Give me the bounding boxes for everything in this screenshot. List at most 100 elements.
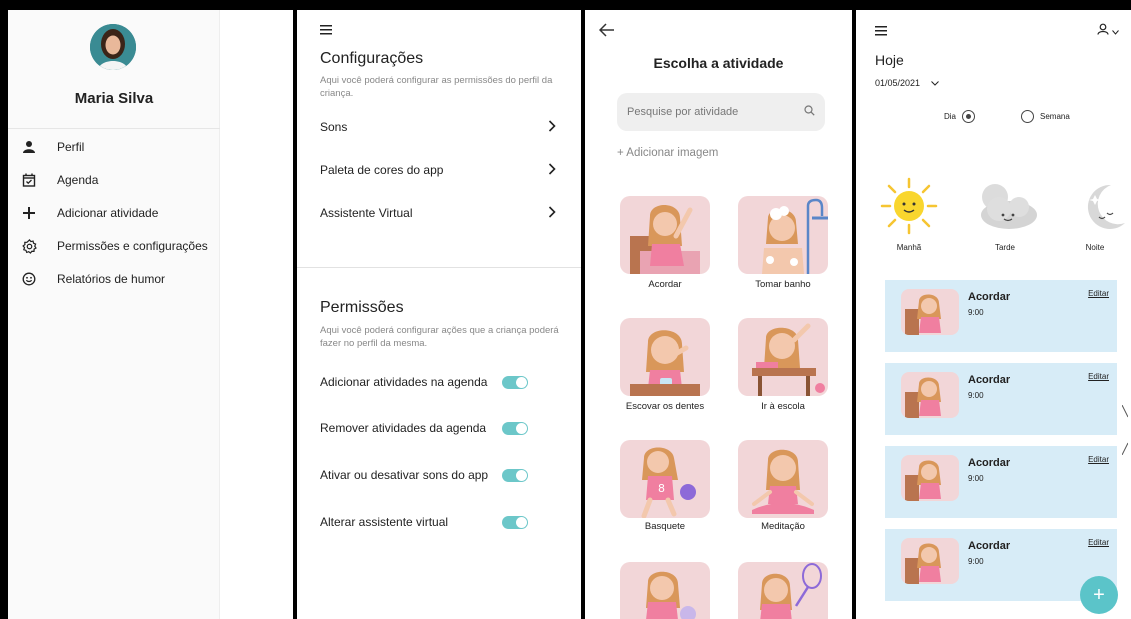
entry-name: Acordar: [968, 540, 1011, 552]
activity-card-tenis[interactable]: [738, 562, 828, 619]
schedule-entry[interactable]: Acordar 9:00 Editar: [885, 446, 1117, 518]
toggle-switch[interactable]: [502, 515, 528, 529]
smiley-icon: [20, 270, 38, 288]
moon-icon[interactable]: [1081, 177, 1131, 240]
row-label: Paleta de cores do app: [320, 163, 444, 177]
settings-row-assistente[interactable]: Assistente Virtual: [320, 203, 556, 223]
gear-icon: [20, 237, 38, 255]
schedule-entry[interactable]: Acordar 9:00 Editar: [885, 280, 1117, 352]
config-title: Configurações: [320, 50, 424, 67]
view-option-week[interactable]: Semana: [1021, 110, 1070, 123]
permissions-subtitle: Aqui você poderá configurar ações que a …: [320, 325, 559, 349]
date-picker[interactable]: 01/05/2021: [875, 78, 939, 88]
view-option-label: Semana: [1040, 112, 1070, 121]
edit-link[interactable]: Editar: [1088, 455, 1109, 464]
activity-card-escola[interactable]: [738, 318, 828, 396]
edit-link[interactable]: Editar: [1088, 289, 1109, 298]
sidebar-item-agenda[interactable]: Agenda: [20, 169, 216, 191]
hamburger-menu-icon[interactable]: [320, 22, 332, 40]
view-option-day[interactable]: Dia: [944, 110, 976, 123]
add-activity-fab[interactable]: +: [1080, 576, 1118, 614]
chevron-right-icon[interactable]: [1121, 404, 1129, 460]
entry-time: 9:00: [968, 474, 984, 483]
drawer-screen: Maria Silva Perfil Agenda Adicionar ativ…: [8, 10, 293, 619]
settings-row-sons[interactable]: Sons: [320, 117, 556, 137]
activity-card-meditacao[interactable]: [738, 440, 828, 518]
date-value: 01/05/2021: [875, 78, 921, 88]
sidebar-item-perfil[interactable]: Perfil: [20, 136, 216, 158]
activity-label: Tomar banho: [755, 279, 811, 290]
permission-row-remove: Remover atividades da agenda: [320, 418, 556, 438]
view-option-label: Dia: [944, 112, 957, 121]
girl-brushing-illustration: [630, 330, 700, 396]
permission-row-assistant: Alterar assistente virtual: [320, 512, 556, 532]
edit-link[interactable]: Editar: [1088, 538, 1109, 547]
permissions-title: Permissões: [320, 299, 404, 316]
chevron-right-icon: [548, 205, 556, 221]
row-label: Alterar assistente virtual: [320, 515, 449, 529]
toggle-switch[interactable]: [502, 421, 528, 435]
activity-card-futebol[interactable]: [620, 562, 710, 619]
activity-label: Ir à escola: [761, 401, 805, 412]
girl-tennis-illustration: [760, 563, 822, 619]
cloud-icon[interactable]: [969, 177, 1041, 240]
activity-picker-screen: Escolha a atividade Pesquise por ativida…: [585, 10, 852, 619]
back-arrow-icon[interactable]: [598, 23, 615, 42]
drawer-scrim[interactable]: [220, 10, 293, 619]
user-name: Maria Silva: [74, 90, 154, 107]
navigation-drawer: Maria Silva Perfil Agenda Adicionar ativ…: [8, 10, 220, 619]
edit-link[interactable]: Editar: [1088, 372, 1109, 381]
page-title: Escolha a atividade: [653, 55, 784, 71]
girl-meditating-illustration: [752, 449, 814, 514]
avatar[interactable]: [90, 24, 136, 70]
schedule-entry[interactable]: Acordar 9:00 Editar: [885, 363, 1117, 435]
row-label: Remover atividades da agenda: [320, 421, 487, 435]
activity-card-acordar[interactable]: [620, 196, 710, 274]
radio-button[interactable]: [962, 110, 976, 123]
settings-row-paleta[interactable]: Paleta de cores do app: [320, 160, 556, 180]
entry-name: Acordar: [968, 291, 1011, 303]
radio-button[interactable]: [1021, 110, 1034, 123]
entry-time: 9:00: [968, 308, 984, 317]
hamburger-menu-icon[interactable]: [875, 23, 887, 41]
activity-thumbnail: [901, 538, 959, 584]
toggle-switch[interactable]: [502, 375, 528, 389]
calendar-check-icon: [20, 171, 38, 189]
entry-time: 9:00: [968, 391, 984, 400]
add-image-button[interactable]: + Adicionar imagem: [617, 147, 718, 159]
row-label: Ativar ou desativar sons do app: [320, 468, 489, 482]
sidebar-item-relatorios[interactable]: Relatórios de humor: [20, 268, 216, 290]
divider: [8, 128, 220, 129]
chevron-right-icon: [548, 162, 556, 178]
divider: [297, 267, 581, 268]
sidebar-item-label: Agenda: [57, 173, 99, 187]
girl-waking-illustration: [630, 204, 700, 274]
sun-icon[interactable]: [880, 177, 938, 240]
sidebar-item-label: Adicionar atividade: [57, 206, 159, 220]
sidebar-item-label: Perfil: [57, 140, 85, 154]
activity-card-basquete[interactable]: 8: [620, 440, 710, 518]
chevron-down-icon: [930, 78, 939, 88]
chevron-down-icon: [1112, 22, 1119, 40]
toggle-switch[interactable]: [502, 468, 528, 482]
profile-menu[interactable]: [1097, 22, 1119, 40]
activity-thumbnail: [901, 372, 959, 418]
sidebar-item-adicionar-atividade[interactable]: Adicionar atividade: [20, 202, 216, 224]
settings-screen: Configurações Aqui você poderá configura…: [297, 10, 581, 619]
person-icon: [20, 138, 38, 156]
activity-card-tomar-banho[interactable]: [738, 196, 828, 274]
svg-text:8: 8: [658, 482, 665, 495]
activity-label: Basquete: [644, 521, 686, 532]
sidebar-item-permissoes[interactable]: Permissões e configurações: [20, 235, 216, 257]
entry-name: Acordar: [968, 374, 1011, 386]
search-input[interactable]: Pesquise por atividade: [617, 93, 825, 131]
search-icon: [804, 105, 815, 119]
girl-school-illustration: [752, 323, 825, 396]
config-subtitle: Aqui você poderá configurar as permissõe…: [320, 75, 553, 99]
row-label: Assistente Virtual: [320, 206, 413, 220]
activity-thumbnail: [901, 455, 959, 501]
girl-shower-illustration: [762, 198, 828, 274]
chevron-right-icon: [548, 119, 556, 135]
row-label: Sons: [320, 120, 348, 134]
activity-card-escovar[interactable]: [620, 318, 710, 396]
